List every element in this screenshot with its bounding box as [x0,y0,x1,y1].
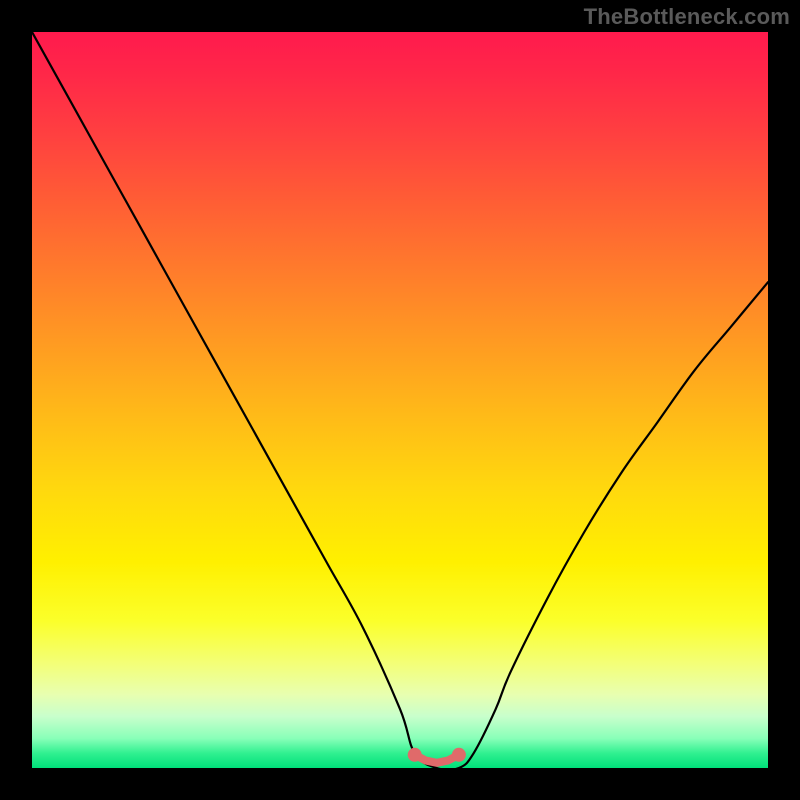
optimal-range-endpoint [452,748,466,762]
optimal-range-markers [408,748,466,763]
chart-frame: TheBottleneck.com [0,0,800,800]
curve-layer [32,32,768,768]
plot-area [32,32,768,768]
watermark-text: TheBottleneck.com [584,4,790,30]
bottleneck-curve [32,32,768,768]
optimal-range-endpoint [408,748,422,762]
